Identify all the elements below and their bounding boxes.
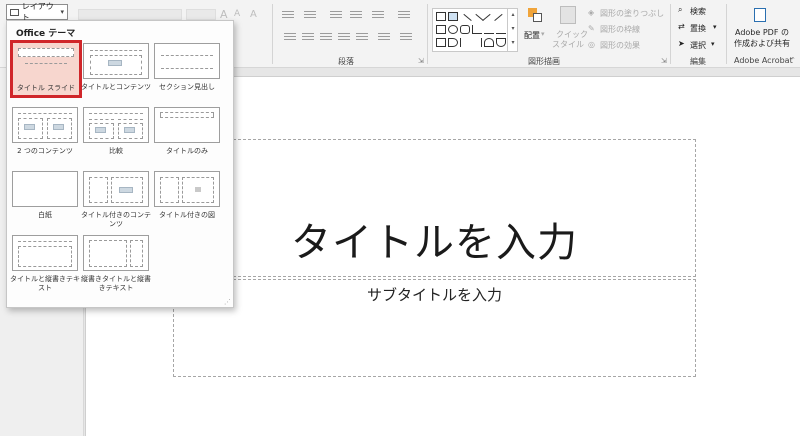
line-spacing-icon[interactable]: [372, 11, 384, 20]
layout-button[interactable]: レイアウト ▾: [6, 2, 68, 22]
shrink-font-icon[interactable]: A: [234, 9, 240, 19]
connector-shape-icon-2[interactable]: [496, 25, 506, 34]
layout-label: 白紙: [38, 211, 52, 219]
replace-chevron-icon[interactable]: ▾: [713, 23, 717, 31]
quick-style-icon[interactable]: [560, 6, 576, 24]
arrange-label[interactable]: 配置: [524, 30, 540, 41]
replace-button[interactable]: 置換: [690, 23, 706, 34]
select-chevron-icon[interactable]: ▾: [711, 40, 715, 48]
layout-label: タイトルと縦書きテキスト: [10, 275, 80, 292]
layout-blank[interactable]: [12, 171, 78, 207]
font-size-box[interactable]: [186, 9, 216, 20]
replace-icon[interactable]: ⇄: [678, 22, 685, 31]
layout-section-header[interactable]: [154, 43, 220, 79]
paragraph-launcher-icon[interactable]: ⇲: [418, 57, 424, 65]
layout-vertical-title-text[interactable]: [83, 235, 149, 271]
select-cursor-icon[interactable]: ➤: [678, 39, 685, 48]
bracket-shape-icon[interactable]: [460, 38, 470, 47]
text-direction-icon[interactable]: [398, 11, 410, 20]
ribbon-collapse-icon[interactable]: ⌃: [790, 56, 796, 64]
smartart-icon[interactable]: [400, 33, 412, 42]
drawing-group-label: 図形描画: [528, 57, 560, 66]
layout-icon: [10, 8, 19, 16]
divider: [726, 4, 727, 64]
acrobat-group-label: Adobe Acrobat: [734, 56, 793, 65]
divider: [427, 4, 428, 64]
layout-title-only[interactable]: [154, 107, 220, 143]
layout-label: タイトル付きの図: [159, 211, 215, 219]
align-center-icon[interactable]: [302, 33, 314, 42]
shape-outline-icon[interactable]: ✎: [588, 24, 595, 33]
layout-content-with-caption[interactable]: [83, 171, 149, 207]
shape-effects-icon[interactable]: ◎: [588, 40, 595, 49]
resize-grip-icon[interactable]: ⋰: [224, 298, 231, 306]
layout-label: タイトル スライド: [16, 84, 76, 92]
title-placeholder[interactable]: タイトルを入力: [173, 139, 696, 277]
layout-label: タイトル付きのコンテンツ: [81, 211, 151, 228]
layout-label: 2 つのコンテンツ: [17, 147, 73, 155]
layout-label: 比較: [109, 147, 123, 155]
align-right-icon[interactable]: [320, 33, 332, 42]
numbering-icon[interactable]: [304, 11, 316, 20]
layout-label: タイトルとコンテンツ: [81, 83, 151, 91]
divider: [670, 4, 671, 64]
brace-shape-icon[interactable]: [472, 38, 482, 47]
theme-header: Office テーマ: [16, 29, 76, 39]
subtitle-placeholder[interactable]: サブタイトルを入力: [173, 279, 696, 377]
connector-shape-icon[interactable]: [484, 25, 494, 34]
drawing-launcher-icon[interactable]: ⇲: [661, 57, 667, 65]
divider: [272, 4, 273, 64]
acrobat-line1[interactable]: Adobe PDF の: [734, 27, 790, 38]
right-arrow-shape-icon[interactable]: [436, 38, 446, 47]
editing-group-label: 編集: [690, 57, 706, 66]
acrobat-line2[interactable]: 作成および共有: [734, 38, 790, 49]
layout-label: タイトルのみ: [166, 147, 208, 155]
textbox-shape-icon[interactable]: [436, 12, 446, 21]
arrange-chevron-icon[interactable]: ▾: [541, 30, 545, 38]
font-name-box[interactable]: [78, 9, 182, 20]
layout-title-vertical-text[interactable]: [12, 235, 78, 271]
shape-fill-label[interactable]: 図形の塗りつぶし: [600, 8, 664, 19]
rectangle-shape-icon[interactable]: [436, 25, 446, 34]
decrease-indent-icon[interactable]: [330, 11, 342, 20]
shapes-gallery[interactable]: [432, 8, 518, 52]
quick-style-label-2[interactable]: スタイル: [552, 39, 584, 50]
select-button[interactable]: 選択: [690, 40, 706, 51]
chevron-down-icon: ▾: [60, 8, 64, 16]
title-placeholder-text: タイトルを入力: [291, 220, 578, 266]
star-shape-icon[interactable]: [484, 38, 494, 47]
bullets-icon[interactable]: [282, 11, 294, 20]
increase-indent-icon[interactable]: [350, 11, 362, 20]
pdf-document-icon[interactable]: [754, 8, 766, 22]
callout-shape-icon[interactable]: [496, 38, 506, 47]
layout-two-content[interactable]: [12, 107, 78, 143]
shape-effects-label[interactable]: 図形の効果: [600, 40, 640, 51]
arrange-icon[interactable]: [528, 8, 542, 22]
justify-icon[interactable]: [338, 33, 350, 42]
chevron-shape-icon[interactable]: [448, 38, 458, 47]
find-button[interactable]: 検索: [690, 6, 706, 17]
layout-title-content[interactable]: [83, 43, 149, 79]
rounded-rect-shape-icon[interactable]: [460, 25, 470, 34]
search-icon[interactable]: ⌕: [678, 5, 682, 15]
subtitle-placeholder-text: サブタイトルを入力: [366, 286, 502, 304]
layout-comparison[interactable]: [83, 107, 149, 143]
shape-outline-label[interactable]: 図形の枠線: [600, 24, 640, 35]
oval-shape-icon[interactable]: [448, 25, 458, 34]
paragraph-group-label: 段落: [338, 57, 354, 66]
layout-picture-with-caption[interactable]: [154, 171, 220, 207]
layout-label: セクション見出し: [159, 83, 215, 91]
clear-format-icon[interactable]: A: [250, 9, 257, 20]
layout-label: 縦書きタイトルと縦書きテキスト: [81, 275, 151, 292]
gallery-scroll[interactable]: ▴ ▾ ▾: [507, 8, 518, 52]
textbox-vertical-shape-icon[interactable]: [448, 12, 458, 21]
align-text-icon[interactable]: [378, 33, 390, 42]
triangle-shape-icon[interactable]: [472, 25, 482, 34]
columns-icon[interactable]: [356, 33, 368, 42]
align-left-icon[interactable]: [284, 33, 296, 42]
shape-fill-icon[interactable]: ◈: [588, 8, 594, 17]
layout-dropdown: Office テーマ タイトル スライド タイトルとコンテンツ セクション見出し…: [6, 20, 234, 308]
